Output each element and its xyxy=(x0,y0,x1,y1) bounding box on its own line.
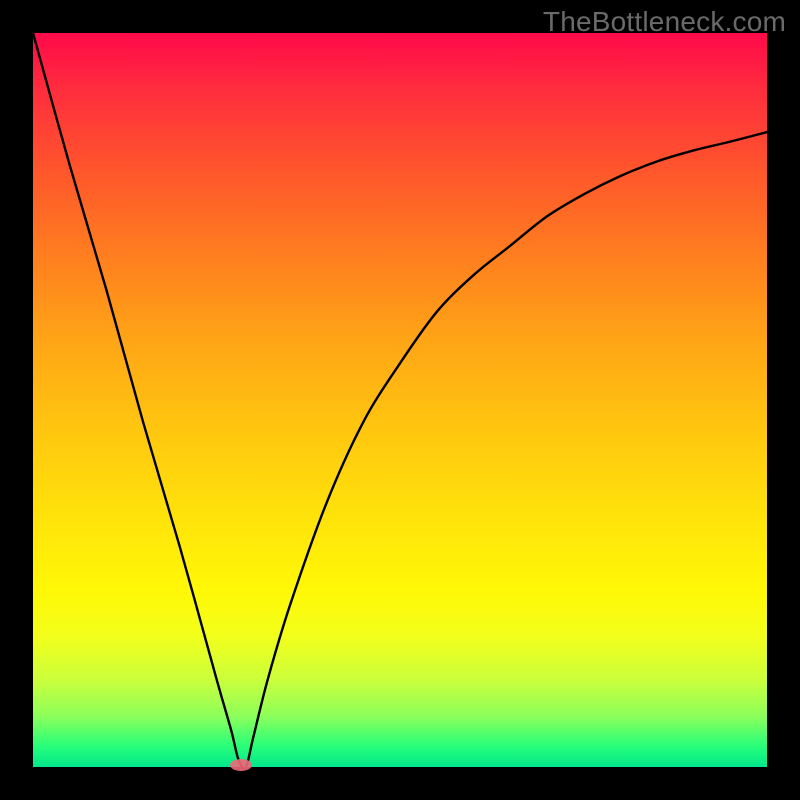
plot-area xyxy=(33,33,767,767)
chart-frame: TheBottleneck.com xyxy=(0,0,800,800)
watermark-text: TheBottleneck.com xyxy=(543,6,786,38)
bottleneck-point-marker xyxy=(230,759,252,771)
bottleneck-curve xyxy=(33,33,767,767)
